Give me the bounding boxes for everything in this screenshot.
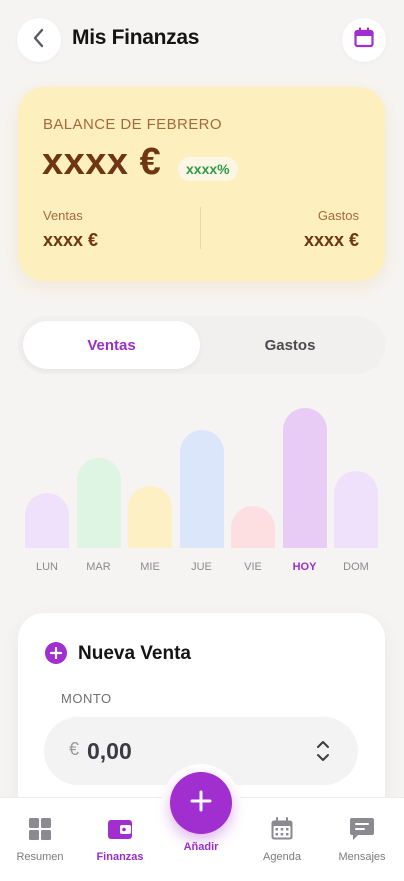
- tab-bar: Ventas Gastos: [18, 316, 385, 374]
- currency-symbol: €: [69, 739, 80, 759]
- expenses-value: xxxx €: [303, 230, 359, 250]
- chart-bar-dom[interactable]: [334, 471, 378, 548]
- back-button[interactable]: [17, 18, 61, 62]
- chart-day-label: HOY: [292, 561, 317, 573]
- chart-day-label: JUE: [191, 561, 212, 573]
- calendar-button[interactable]: [342, 18, 386, 62]
- balance-label: BALANCE DE FEBRERO: [43, 116, 222, 133]
- chart-bar-mie[interactable]: [128, 486, 172, 548]
- wallet-icon: [107, 816, 133, 842]
- chart-bar-lun[interactable]: [25, 493, 69, 548]
- nav-item-summary[interactable]: Resumen: [0, 798, 80, 881]
- add-button[interactable]: [170, 772, 232, 834]
- nav-label: Mensajes: [338, 851, 386, 863]
- chart-bar-vie[interactable]: [231, 506, 275, 548]
- nav-label: Agenda: [263, 851, 301, 863]
- finances-screen: Mis Finanzas BALANCE DE FEBRERO xxxx € x…: [0, 0, 404, 881]
- tab-expenses[interactable]: Gastos: [200, 321, 380, 369]
- new-sale-title: Nueva Venta: [78, 643, 191, 664]
- chevron-left-icon: [31, 27, 47, 54]
- grid-icon: [27, 816, 53, 842]
- chart-day-label: LUN: [35, 561, 58, 573]
- plus-icon: [190, 790, 212, 817]
- chart-bar-hoy[interactable]: [282, 408, 327, 548]
- amount-input[interactable]: [87, 731, 287, 771]
- weekly-sales-chart: LUN MAR MIE JUE VIE HOY DOM: [0, 395, 404, 585]
- tab-sales[interactable]: Ventas: [23, 321, 200, 369]
- chart-bar-mar[interactable]: [76, 458, 121, 548]
- chart-bar-jue[interactable]: [179, 430, 224, 548]
- nav-item-finances[interactable]: Finanzas: [80, 798, 160, 881]
- sales-value: xxxx €: [43, 230, 99, 250]
- nav-item-messages[interactable]: Mensajes: [322, 798, 402, 881]
- nav-item-agenda[interactable]: Agenda: [242, 798, 322, 881]
- sales-label: Ventas: [43, 208, 83, 223]
- calendar-icon: [353, 26, 375, 54]
- add-button-ring: [162, 764, 240, 842]
- chart-day-label: VIE: [244, 561, 262, 573]
- amount-stepper[interactable]: [314, 737, 332, 765]
- amount-label: MONTO: [61, 691, 112, 706]
- chart-day-label: DOM: [343, 561, 369, 573]
- add-button-label: Añadir: [183, 841, 219, 853]
- plus-icon: [45, 642, 67, 664]
- page-title: Mis Finanzas: [72, 26, 200, 49]
- chart-day-label: MAR: [86, 561, 111, 573]
- chart-day-label: MIE: [140, 561, 160, 573]
- divider: [200, 207, 201, 249]
- expenses-label: Gastos: [317, 208, 359, 223]
- chat-icon: [349, 816, 375, 842]
- nav-label: Finanzas: [96, 851, 144, 863]
- nav-label: Resumen: [16, 851, 64, 863]
- calendar-icon: [269, 816, 295, 842]
- balance-card: BALANCE DE FEBRERO xxxx € xxxx% Ventas x…: [18, 87, 385, 281]
- header: Mis Finanzas: [0, 0, 404, 84]
- balance-change-badge: xxxx%: [178, 157, 238, 181]
- balance-amount: xxxx €: [42, 141, 162, 183]
